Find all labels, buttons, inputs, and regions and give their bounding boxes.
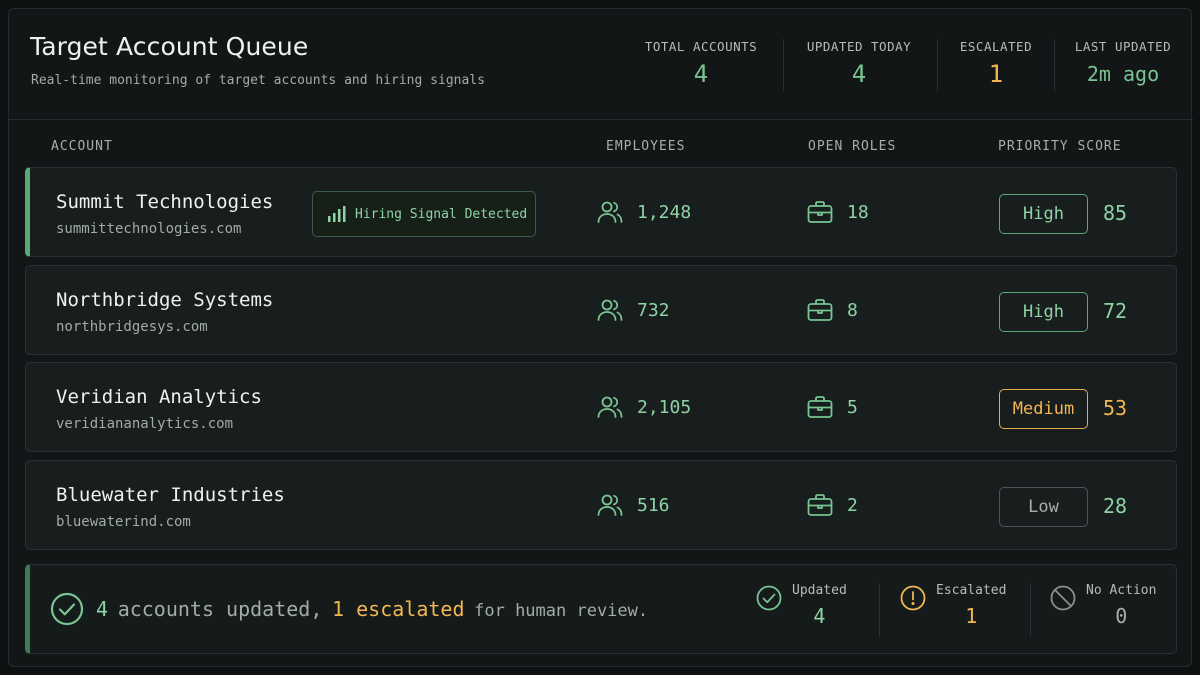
column-header-account[interactable]: ACCOUNT bbox=[51, 139, 113, 154]
employee-count: 1,248 bbox=[637, 201, 692, 223]
divider bbox=[1030, 583, 1031, 637]
priority-badge: Low bbox=[999, 487, 1088, 527]
table-row[interactable]: Veridian Analytics veridiananalytics.com… bbox=[25, 362, 1177, 452]
stat-value: 2m ago bbox=[1086, 62, 1160, 86]
account-name: Summit Technologies bbox=[56, 191, 274, 213]
stat-escalated: ESCALATED 1 bbox=[957, 39, 1035, 88]
column-header-open-roles[interactable]: OPEN ROLES bbox=[808, 139, 896, 154]
footer-stat-value: 1 bbox=[965, 604, 978, 628]
account-domain: northbridgesys.com bbox=[56, 319, 208, 335]
divider bbox=[879, 583, 880, 637]
stat-total-accounts: TOTAL ACCOUNTS 4 bbox=[643, 39, 759, 88]
table-row[interactable]: Summit Technologies summittechnologies.c… bbox=[25, 167, 1177, 257]
stat-label: LAST UPDATED bbox=[1074, 39, 1172, 54]
footer-stat-label: No Action bbox=[1086, 583, 1157, 598]
table-row[interactable]: Northbridge Systems northbridgesys.com 7… bbox=[25, 265, 1177, 355]
check-circle-icon bbox=[756, 585, 782, 628]
check-circle-icon bbox=[50, 592, 84, 626]
divider bbox=[1054, 39, 1055, 91]
footer-stat-label: Updated bbox=[792, 583, 847, 598]
stat-label: TOTAL ACCOUNTS bbox=[644, 39, 758, 54]
employees-cell: 732 bbox=[597, 266, 670, 354]
summary-tail: for human review. bbox=[474, 601, 649, 621]
signal-label: Hiring Signal Detected bbox=[355, 206, 528, 222]
users-icon bbox=[597, 200, 623, 224]
summary-text: accounts updated, bbox=[117, 597, 323, 621]
briefcase-icon bbox=[807, 493, 833, 517]
briefcase-icon bbox=[807, 200, 833, 224]
users-icon bbox=[597, 298, 623, 322]
open-roles-count: 8 bbox=[847, 299, 858, 321]
alert-circle-icon bbox=[900, 585, 926, 628]
account-queue-panel: Target Account Queue Real-time monitorin… bbox=[8, 8, 1193, 667]
priority-score: 72 bbox=[1103, 299, 1128, 323]
hiring-signal-badge[interactable]: Hiring Signal Detected bbox=[312, 191, 536, 237]
summary-count: 4 bbox=[96, 597, 109, 621]
signal-bars-icon bbox=[327, 205, 347, 223]
employees-cell: 1,248 bbox=[597, 168, 691, 256]
account-domain: summittechnologies.com bbox=[56, 221, 242, 237]
open-roles-count: 5 bbox=[847, 396, 858, 418]
table-row[interactable]: Bluewater Industries bluewaterind.com 51… bbox=[25, 460, 1177, 550]
account-domain: veridiananalytics.com bbox=[56, 416, 234, 432]
column-header-priority-score[interactable]: PRIORITY SCORE bbox=[998, 139, 1122, 154]
stat-value: 1 bbox=[988, 60, 1004, 88]
open-roles-cell: 8 bbox=[807, 266, 858, 354]
employee-count: 516 bbox=[637, 494, 670, 516]
employees-cell: 2,105 bbox=[597, 363, 691, 451]
footer-stat-no-action: No Action 0 bbox=[1050, 583, 1156, 628]
priority-score: 85 bbox=[1103, 201, 1128, 225]
divider bbox=[783, 39, 784, 91]
employee-count: 732 bbox=[637, 299, 670, 321]
stat-label: UPDATED TODAY bbox=[806, 39, 912, 54]
stat-value: 4 bbox=[851, 60, 867, 88]
open-roles-count: 2 bbox=[847, 494, 858, 516]
priority-score: 28 bbox=[1103, 494, 1128, 518]
open-roles-cell: 2 bbox=[807, 461, 858, 549]
users-icon bbox=[597, 493, 623, 517]
stat-updated-today: UPDATED TODAY 4 bbox=[805, 39, 913, 88]
page-title: Target Account Queue bbox=[30, 32, 309, 61]
summary-message: 4 accounts updated, 1 escalated for huma… bbox=[50, 592, 648, 626]
users-icon bbox=[597, 395, 623, 419]
priority-badge: High bbox=[999, 194, 1088, 234]
briefcase-icon bbox=[807, 298, 833, 322]
footer-stat-value: 4 bbox=[813, 604, 826, 628]
footer-stat-label: Escalated bbox=[936, 583, 1007, 598]
account-name: Bluewater Industries bbox=[56, 484, 285, 506]
priority-badge: High bbox=[999, 292, 1088, 332]
summary-escalated: 1 escalated bbox=[332, 597, 465, 621]
priority-badge: Medium bbox=[999, 389, 1088, 429]
header: Target Account Queue Real-time monitorin… bbox=[9, 9, 1193, 120]
footer-stat-value: 0 bbox=[1115, 604, 1128, 628]
open-roles-count: 18 bbox=[847, 201, 869, 223]
divider bbox=[937, 39, 938, 91]
footer-stat-escalated: Escalated 1 bbox=[900, 583, 1006, 628]
no-action-icon bbox=[1050, 585, 1076, 628]
account-domain: bluewaterind.com bbox=[56, 514, 191, 530]
stat-last-updated: LAST UPDATED 2m ago bbox=[1073, 39, 1173, 86]
employees-cell: 516 bbox=[597, 461, 670, 549]
summary-footer: 4 accounts updated, 1 escalated for huma… bbox=[25, 564, 1177, 654]
priority-score: 53 bbox=[1103, 396, 1128, 420]
open-roles-cell: 18 bbox=[807, 168, 869, 256]
open-roles-cell: 5 bbox=[807, 363, 858, 451]
footer-stat-updated: Updated 4 bbox=[756, 583, 847, 628]
briefcase-icon bbox=[807, 395, 833, 419]
account-name: Veridian Analytics bbox=[56, 386, 262, 408]
stat-value: 4 bbox=[693, 60, 709, 88]
employee-count: 2,105 bbox=[637, 396, 692, 418]
account-name: Northbridge Systems bbox=[56, 289, 274, 311]
stat-label: ESCALATED bbox=[959, 39, 1033, 54]
column-header-employees[interactable]: EMPLOYEES bbox=[606, 139, 685, 154]
page-subtitle: Real-time monitoring of target accounts … bbox=[31, 73, 485, 88]
